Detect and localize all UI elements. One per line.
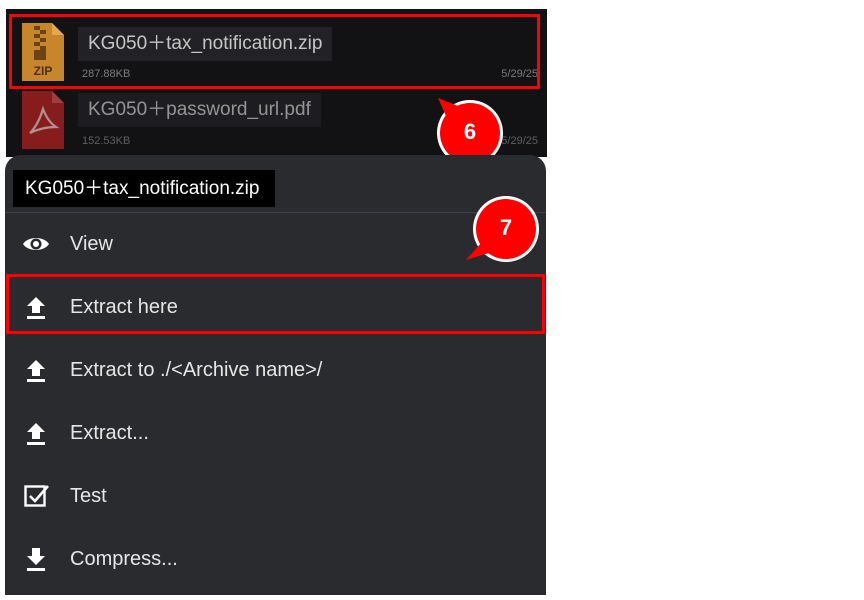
callout-number: 6 [463,119,477,144]
download-icon [27,548,45,571]
eye-icon [23,238,49,250]
upload-icon [27,423,45,445]
menu-item-view[interactable]: View [5,213,546,276]
callout-number: 7 [499,215,513,240]
callout-7: 7 [466,194,546,266]
file-size: 152.53KB [82,135,131,147]
menu-item-label: Extract to ./<Archive name>/ [70,359,323,381]
bottom-sheet-menu: KG050＋tax_notification.zip View Extract … [5,155,546,595]
upload-icon [27,360,45,382]
file-date: 5/29/25 [501,135,538,147]
menu-item-compress[interactable]: Compress... [5,528,546,591]
menu-item-extract[interactable]: Extract... [5,402,546,465]
menu-item-label: View [70,233,113,255]
menu-item-label: Extract... [70,422,149,444]
sheet-title: KG050＋tax_notification.zip [13,170,276,207]
menu-item-label: Compress... [70,548,178,570]
highlight-box-zip-file [9,14,540,89]
highlight-box-extract-here [6,274,545,334]
menu-item-extract-to-archive-name[interactable]: Extract to ./<Archive name>/ [5,339,546,402]
menu-item-label: Test [70,485,107,507]
file-name: KG050＋password_url.pdf [78,93,321,127]
checkbox-icon [24,485,49,507]
pdf-file-icon [22,91,64,149]
menu-item-test[interactable]: Test [5,465,546,528]
